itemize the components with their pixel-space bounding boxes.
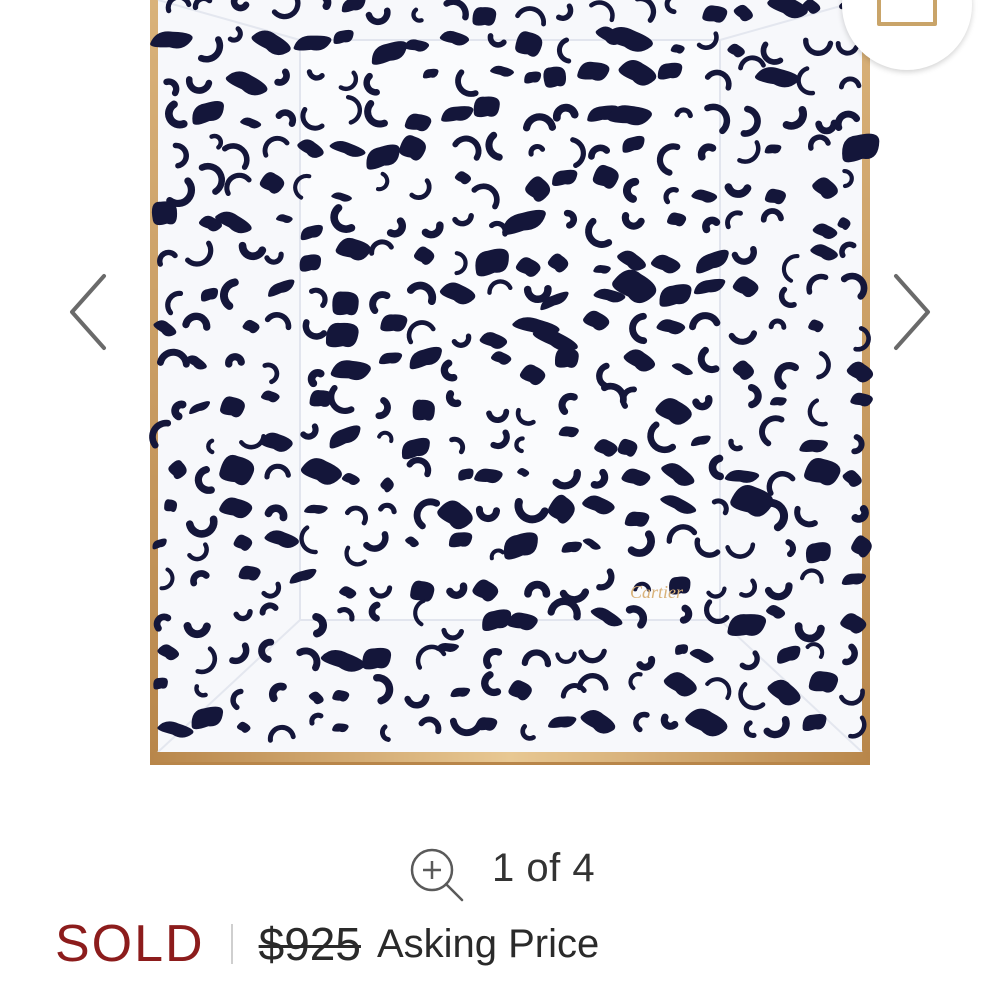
asking-price-label: Asking Price xyxy=(376,921,600,966)
price-row: SOLD $925 Asking Price xyxy=(55,912,599,976)
brand-mark: Cartier xyxy=(630,582,684,602)
chevron-right-icon xyxy=(894,274,930,350)
divider xyxy=(230,924,233,964)
sold-status: SOLD xyxy=(55,915,205,973)
chevron-left-icon xyxy=(70,274,106,350)
zoom-in-icon[interactable] xyxy=(406,844,468,906)
image-gallery[interactable]: Cartier xyxy=(0,0,1000,800)
original-price: $925 xyxy=(258,918,361,970)
product-page: Cartier 1 of 4 SOLD $925 Asking Price xyxy=(0,0,1000,1000)
shopping-bag-icon xyxy=(877,0,937,26)
previous-image-button[interactable] xyxy=(48,262,128,362)
product-image[interactable]: Cartier xyxy=(0,0,1000,800)
image-counter: 1 of 4 xyxy=(492,846,596,890)
next-image-button[interactable] xyxy=(872,262,952,362)
image-pager: 1 of 4 xyxy=(0,840,1000,902)
